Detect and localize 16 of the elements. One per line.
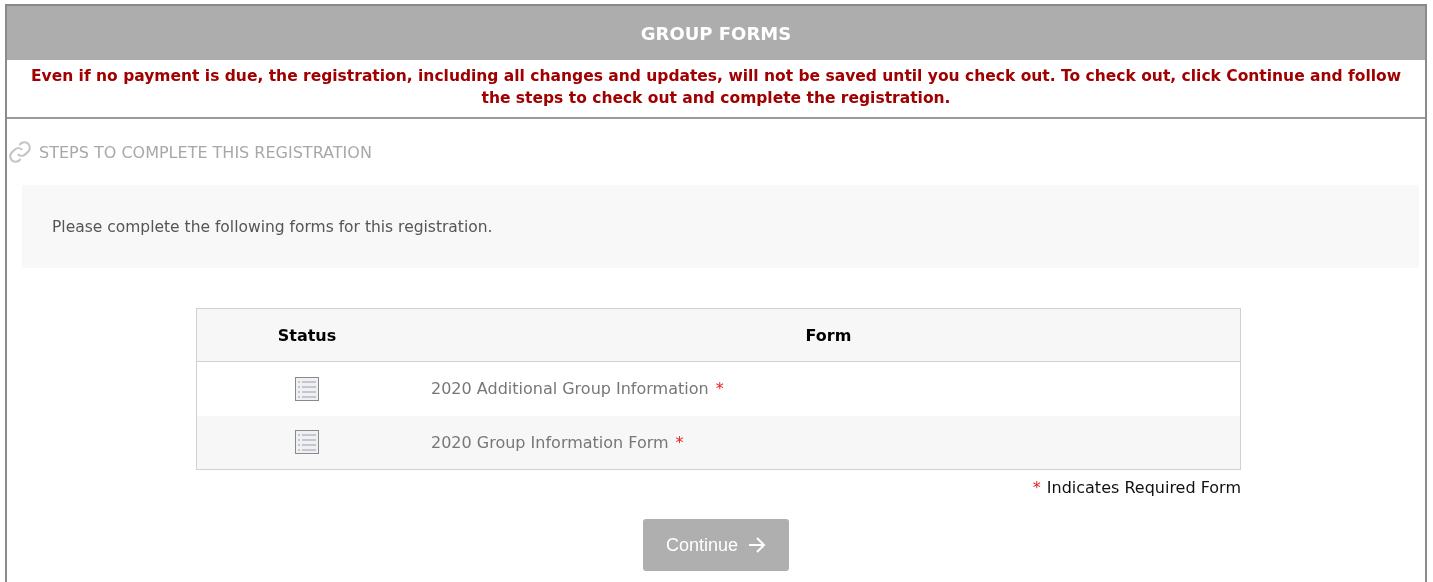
arrow-icon [748, 537, 767, 553]
link-icon [7, 139, 33, 165]
form-link[interactable]: 2020 Group Information Form [431, 432, 669, 452]
form-list-icon [295, 376, 319, 401]
warning-message: Even if no payment is due, the registration, including all changes and updates, will not be saved until you check out. To check out, click Continue and follow the steps to check out and complete the registration. [29, 66, 1402, 109]
instructions-text: Please complete the following forms for this registration. [52, 217, 493, 236]
section-heading: STEPS TO COMPLETE THIS REGISTRATION [39, 142, 372, 162]
form-list-icon [295, 430, 319, 455]
required-mark: * [715, 379, 724, 399]
required-mark: * [1032, 478, 1041, 497]
legend-text: Indicates Required Form [1046, 478, 1241, 497]
column-header: Form [417, 308, 1241, 362]
column-header: Status [196, 308, 417, 362]
page-title: GROUP FORMS [640, 22, 792, 44]
form-link[interactable]: 2020 Additional Group Information [431, 379, 709, 399]
required-mark: * [675, 432, 684, 452]
